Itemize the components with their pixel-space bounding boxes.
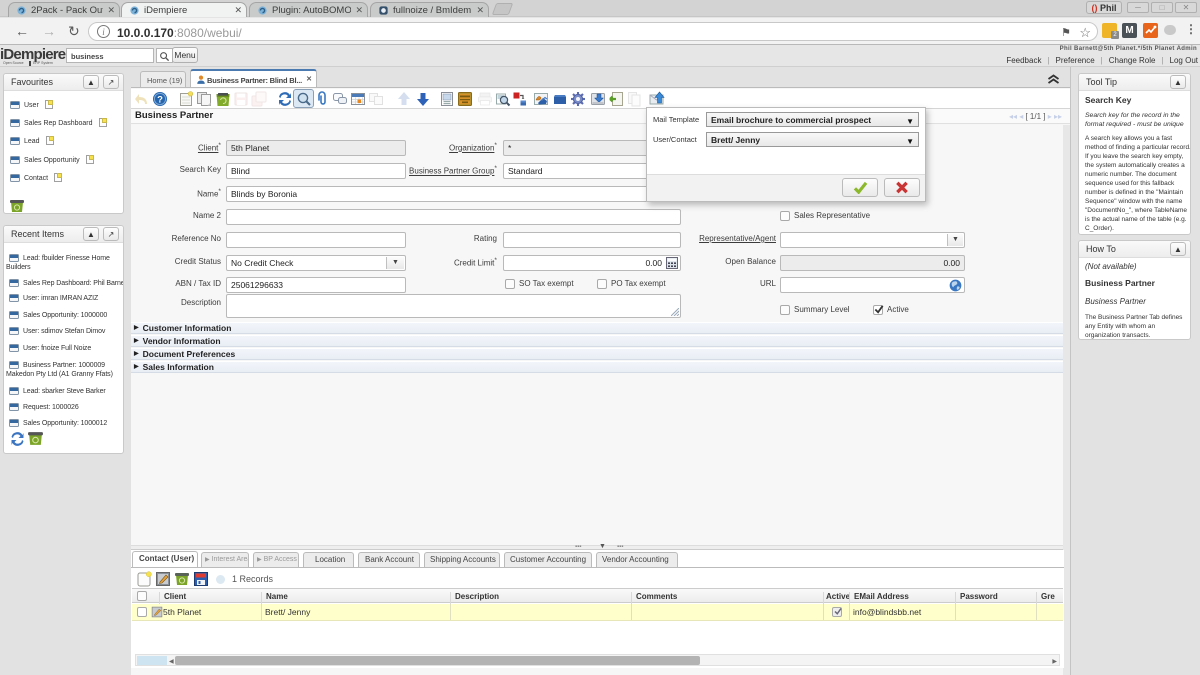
svg-text:?: ? (157, 95, 163, 106)
